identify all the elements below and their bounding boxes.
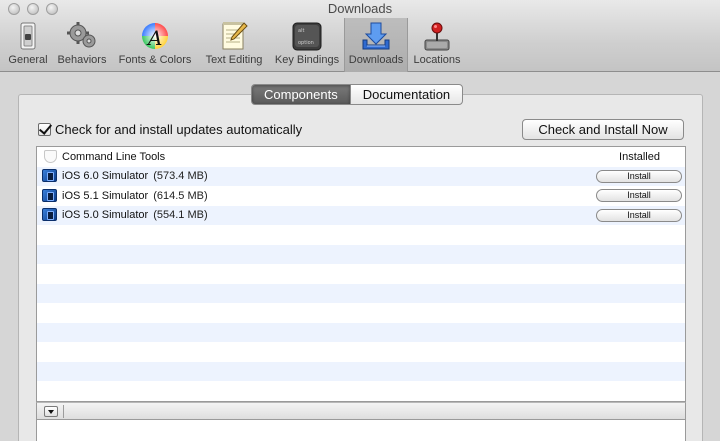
empty-row bbox=[37, 322, 685, 342]
component-row-ios-5-0-simulator[interactable]: iOS 5.0 Simulator (554.1 MB) Install bbox=[37, 205, 685, 225]
component-name: iOS 6.0 Simulator bbox=[62, 170, 149, 183]
auto-update-label: Check for and install updates automatica… bbox=[55, 122, 303, 137]
empty-row bbox=[37, 244, 685, 264]
toolbar-label-fonts-colors: Fonts & Colors bbox=[118, 54, 192, 66]
components-list: Command Line Tools Installed iOS 6.0 Sim… bbox=[36, 146, 686, 402]
install-button[interactable]: Install bbox=[596, 169, 682, 183]
toolbar-item-locations[interactable]: Locations bbox=[408, 18, 466, 72]
preferences-toolbar: General Behaviors A Fonts & Colors Text … bbox=[0, 18, 466, 72]
toolbar-item-downloads[interactable]: Downloads bbox=[344, 18, 408, 72]
tab-documentation[interactable]: Documentation bbox=[351, 85, 462, 104]
joystick-drive-icon bbox=[421, 20, 453, 52]
component-name: iOS 5.1 Simulator bbox=[62, 189, 149, 202]
tab-components[interactable]: Components bbox=[252, 85, 351, 104]
component-size: (554.1 MB) bbox=[153, 209, 208, 222]
empty-row bbox=[37, 303, 685, 323]
svg-text:alt: alt bbox=[298, 28, 304, 34]
gears-icon bbox=[66, 20, 98, 52]
component-row-command-line-tools[interactable]: Command Line Tools Installed bbox=[37, 147, 685, 167]
svg-text:option: option bbox=[298, 40, 314, 46]
downloads-tab-control: Components Documentation bbox=[251, 84, 464, 105]
empty-row bbox=[37, 225, 685, 245]
list-footer-bar bbox=[36, 402, 686, 420]
toolbar-label-key-bindings: Key Bindings bbox=[274, 54, 340, 66]
toolbar-item-general[interactable]: General bbox=[4, 18, 52, 72]
footer-divider bbox=[63, 405, 64, 418]
toolbar-item-behaviors[interactable]: Behaviors bbox=[52, 18, 112, 72]
install-button[interactable]: Install bbox=[596, 189, 682, 202]
component-row-ios-6-0-simulator[interactable]: iOS 6.0 Simulator (573.4 MB) Install bbox=[37, 166, 685, 186]
empty-row bbox=[37, 283, 685, 303]
auto-update-row: Check for and install updates automatica… bbox=[38, 122, 302, 137]
check-and-install-now-button[interactable]: Check and Install Now bbox=[522, 119, 684, 140]
window-title: Downloads bbox=[327, 1, 393, 16]
component-size: (614.5 MB) bbox=[153, 189, 208, 202]
auto-update-checkbox[interactable] bbox=[38, 123, 51, 136]
toolbar-label-general: General bbox=[8, 54, 48, 66]
component-size: (573.4 MB) bbox=[153, 170, 208, 183]
component-name: iOS 5.0 Simulator bbox=[62, 209, 149, 222]
component-detail-area bbox=[36, 420, 686, 441]
component-status: Installed bbox=[619, 150, 660, 163]
toolbar-label-text-editing: Text Editing bbox=[205, 54, 263, 66]
keyboard-option-key-icon: alt option bbox=[291, 20, 323, 52]
simulator-icon bbox=[42, 188, 57, 202]
install-button[interactable]: Install bbox=[596, 208, 682, 222]
toolbar-item-text-editing[interactable]: Text Editing bbox=[198, 18, 270, 72]
empty-row bbox=[37, 342, 685, 362]
window-titlebar: Downloads General Behaviors A Fonts & Co… bbox=[0, 0, 720, 72]
switch-icon bbox=[12, 20, 44, 52]
toolbar-label-locations: Locations bbox=[413, 54, 461, 66]
component-row-ios-5-1-simulator[interactable]: iOS 5.1 Simulator (614.5 MB) Install bbox=[37, 186, 685, 206]
toolbar-item-key-bindings[interactable]: alt option Key Bindings bbox=[270, 18, 344, 72]
svg-text:A: A bbox=[146, 26, 162, 50]
download-arrow-icon bbox=[360, 20, 392, 52]
color-wheel-font-icon: A bbox=[139, 20, 171, 52]
empty-row bbox=[37, 361, 685, 381]
notepad-pencil-icon bbox=[218, 20, 250, 52]
disclosure-triangle-icon[interactable] bbox=[44, 406, 58, 417]
toolbar-label-behaviors: Behaviors bbox=[57, 54, 107, 66]
toolbar-label-downloads: Downloads bbox=[348, 54, 404, 66]
toolbar-item-fonts-colors[interactable]: A Fonts & Colors bbox=[112, 18, 198, 72]
empty-row bbox=[37, 381, 685, 401]
empty-row bbox=[37, 264, 685, 284]
shield-icon bbox=[44, 149, 57, 163]
component-name: Command Line Tools bbox=[62, 150, 166, 163]
simulator-icon bbox=[42, 208, 57, 222]
simulator-icon bbox=[42, 169, 57, 183]
